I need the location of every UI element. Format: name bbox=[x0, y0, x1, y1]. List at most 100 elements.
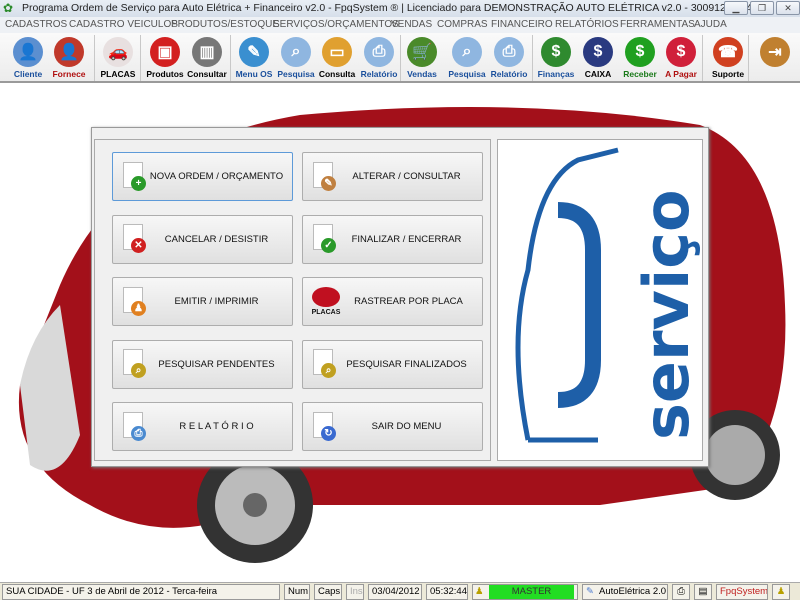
toolbar-label: Cliente bbox=[13, 69, 43, 79]
toolbar-button-relatório[interactable]: ⎙ Relatório bbox=[358, 35, 400, 81]
pesquisa-icon: ⌕ bbox=[452, 37, 482, 67]
button-label: EMITIR / IMPRIMIR bbox=[174, 296, 259, 307]
exit-icon: ⇥ bbox=[760, 37, 790, 67]
close-button[interactable]: ✕ bbox=[776, 1, 800, 15]
caixa-icon: $ bbox=[583, 37, 613, 67]
button-label: R E L A T Ó R I O bbox=[179, 421, 254, 432]
toolbar-button-finanças[interactable]: $ Finanças bbox=[535, 35, 577, 81]
vendas-cart-icon: 🛒 bbox=[407, 37, 437, 67]
toolbar-label: Pesquisa bbox=[448, 69, 486, 79]
status-user: ♟ MASTER bbox=[472, 584, 578, 600]
button-label: NOVA ORDEM / ORÇAMENTO bbox=[149, 171, 284, 182]
toolbar-separator bbox=[532, 35, 533, 81]
menu-os-icon: ✎ bbox=[239, 37, 269, 67]
toolbar-button-consulta[interactable]: ▭ Consulta bbox=[316, 35, 358, 81]
service-menu-panel: + NOVA ORDEM / ORÇAMENTO ✎ ALTERAR / CONSUL… bbox=[91, 127, 709, 467]
status-app: ✎ AutoElétrica 2.0 bbox=[582, 584, 668, 600]
logo-text: serviço bbox=[630, 189, 702, 440]
toolbar-button-pesquisa[interactable]: ⌕ Pesquisa bbox=[275, 35, 317, 81]
cliente-icon: 👤 bbox=[13, 37, 43, 67]
toolbar-label: Consulta bbox=[318, 69, 356, 79]
menu-ferramentas[interactable]: FERRAMENTAS bbox=[620, 17, 695, 33]
user-icon: ♟ bbox=[475, 586, 484, 597]
status-brand: FpqSystem bbox=[716, 584, 768, 600]
toolbar-label: Receber bbox=[623, 69, 657, 79]
finalizar-encerrar-button[interactable]: ✓ FINALIZAR / ENCERRAR bbox=[302, 214, 483, 264]
menu-cadastros[interactable]: CADASTROS bbox=[5, 17, 67, 33]
toolbar-button-relatório[interactable]: ⎙ Relatório bbox=[488, 35, 530, 81]
computer-icon[interactable]: ▤ bbox=[694, 584, 712, 600]
fornecedor-icon: 👤 bbox=[54, 37, 84, 67]
toolbar-label: Vendas bbox=[407, 69, 437, 79]
nova-ordem-button[interactable]: + NOVA ORDEM / ORÇAMENTO bbox=[112, 152, 293, 201]
toolbar-button-placas[interactable]: 🚗 PLACAS bbox=[97, 35, 139, 81]
emitir-imprimir-button[interactable]: ♟ EMITIR / IMPRIMIR bbox=[112, 277, 293, 326]
menu-servicos-orcamentos[interactable]: SERVIÇOS/ORÇAMENTOS bbox=[273, 17, 399, 33]
new-document-icon: + bbox=[119, 160, 149, 194]
pagar-icon: $ bbox=[666, 37, 696, 67]
report-printer-icon: ⎙ bbox=[119, 410, 149, 444]
toolbar-button-cliente[interactable]: 👤 Cliente bbox=[7, 35, 49, 81]
pesquisar-pendentes-button[interactable]: ⌕ PESQUISAR PENDENTES bbox=[112, 339, 293, 389]
menu-cadastro-veiculos[interactable]: CADASTRO VEICULOS bbox=[69, 17, 178, 33]
toolbar-button-suporte[interactable]: ☎ Suporte bbox=[707, 35, 749, 81]
menu-financeiro[interactable]: FINANCEIRO bbox=[491, 17, 553, 33]
cancel-document-icon: ✕ bbox=[119, 222, 149, 256]
menu-compras[interactable]: COMPRAS bbox=[437, 17, 488, 33]
toolbar-label: Relatório bbox=[490, 69, 528, 79]
toolbar-button-caixa[interactable]: $ CAIXA bbox=[577, 35, 619, 81]
toolbar-button-a-pagar[interactable]: $ A Pagar bbox=[660, 35, 702, 81]
placas-icon: 🚗 bbox=[103, 37, 133, 67]
menu-relatorios[interactable]: RELATÓRIOS bbox=[555, 17, 619, 33]
print-person-icon: ♟ bbox=[119, 285, 149, 319]
button-label: PESQUISAR FINALIZADOS bbox=[346, 358, 467, 370]
toolbar-button-produtos[interactable]: ▣ Produtos bbox=[144, 35, 186, 81]
toolbar: 👤 Cliente 👤 Fornece 🚗 PLACAS ▣ Produtos ▥ Consult… bbox=[0, 33, 800, 83]
button-label: CANCELAR / DESISTIR bbox=[164, 233, 269, 245]
pencil-icon: ✎ bbox=[309, 160, 339, 194]
sair-menu-button[interactable]: ↻ SAIR DO MENU bbox=[302, 402, 483, 451]
toolbar-button-receber[interactable]: $ Receber bbox=[619, 35, 661, 81]
button-label: SAIR DO MENU bbox=[371, 421, 442, 432]
restore-button[interactable]: ❐ bbox=[750, 1, 774, 15]
toolbar-button-pesquisa[interactable]: ⌕ Pesquisa bbox=[446, 35, 488, 81]
toolbar-label: Produtos bbox=[146, 69, 184, 79]
toolbar-button-sair[interactable]: ⇥ bbox=[754, 35, 796, 81]
button-label: FINALIZAR / ENCERRAR bbox=[351, 233, 462, 245]
alterar-consultar-button[interactable]: ✎ ALTERAR / CONSULTAR bbox=[302, 152, 483, 201]
relatorio-button[interactable]: ⎙ R E L A T Ó R I O bbox=[112, 402, 293, 451]
users-icon[interactable]: ♟ bbox=[772, 584, 790, 600]
toolbar-label: Suporte bbox=[711, 69, 745, 79]
toolbar-button-menu-os[interactable]: ✎ Menu OS bbox=[233, 35, 275, 81]
menu-vendas[interactable]: VENDAS bbox=[391, 17, 432, 33]
button-label: PESQUISAR PENDENTES bbox=[158, 358, 275, 370]
toolbar-button-fornece[interactable]: 👤 Fornece bbox=[48, 35, 90, 81]
cancelar-desistir-button[interactable]: ✕ CANCELAR / DESISTIR bbox=[112, 214, 293, 264]
rastrear-placa-button[interactable]: PLACAS RASTREAR POR PLACA bbox=[302, 277, 483, 326]
button-label: ALTERAR / CONSULTAR bbox=[352, 171, 461, 182]
servico-logo: serviço bbox=[497, 139, 703, 461]
toolbar-button-vendas[interactable]: 🛒 Vendas bbox=[401, 35, 443, 81]
consulta-icon: ▭ bbox=[322, 37, 352, 67]
button-group: + NOVA ORDEM / ORÇAMENTO ✎ ALTERAR / CONSUL… bbox=[94, 139, 491, 461]
toolbar-label: PLACAS bbox=[100, 69, 136, 79]
menu-produtos-estoque[interactable]: PRODUTOS/ESTOQUE bbox=[171, 17, 279, 33]
toolbar-label: Relatório bbox=[360, 69, 398, 79]
toolbar-separator bbox=[94, 35, 95, 81]
toolbar-label: Finanças bbox=[537, 69, 575, 79]
check-document-icon: ✓ bbox=[309, 222, 339, 256]
pesquisar-finalizados-button[interactable]: ⌕ PESQUISAR FINALIZADOS bbox=[302, 339, 483, 389]
relatorio-icon: ⎙ bbox=[494, 37, 524, 67]
printer-icon[interactable]: ⎙ bbox=[672, 584, 690, 600]
app-name: AutoElétrica 2.0 bbox=[599, 586, 667, 597]
minimize-button[interactable]: ▁ bbox=[724, 1, 748, 15]
toolbar-label: A Pagar bbox=[665, 69, 697, 79]
toolbar-label: Consultar bbox=[187, 69, 227, 79]
toolbar-button-consultar[interactable]: ▥ Consultar bbox=[186, 35, 228, 81]
toolbar-label: Pesquisa bbox=[277, 69, 315, 79]
status-ins: Ins bbox=[346, 584, 364, 600]
toolbar-separator bbox=[702, 35, 703, 81]
menu-ajuda[interactable]: AJUDA bbox=[694, 17, 727, 33]
exit-menu-icon: ↻ bbox=[309, 410, 339, 444]
pesquisa-icon: ⌕ bbox=[281, 37, 311, 67]
